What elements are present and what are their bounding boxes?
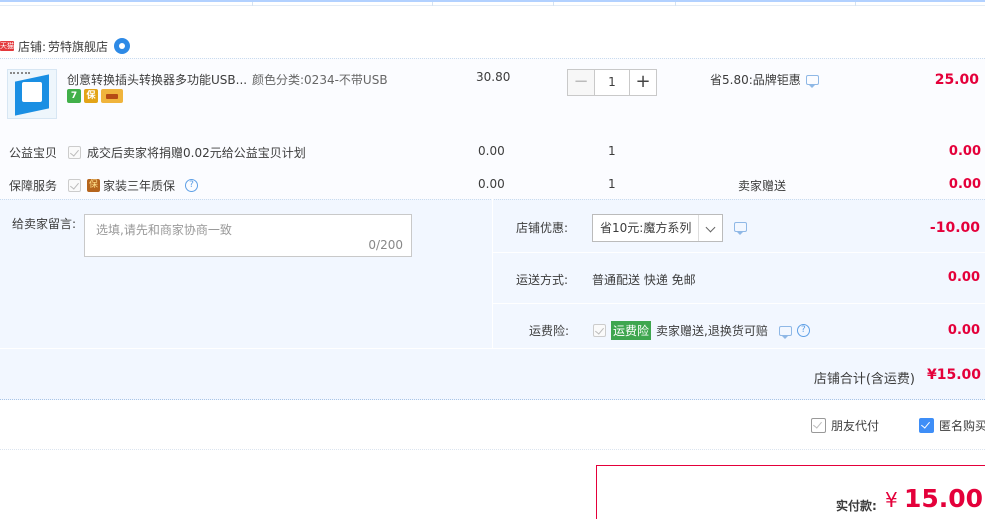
warranty-checkbox[interactable] — [68, 179, 81, 192]
tmall-icon: 天猫 — [0, 41, 14, 51]
shop-header: 天猫 店铺: 劳特旗舰店 — [0, 37, 131, 55]
insurance-info-icon[interactable] — [778, 325, 792, 339]
friend-pay-checkbox[interactable] — [811, 418, 826, 433]
currency-symbol: ¥ — [885, 488, 898, 512]
seller-message-input[interactable]: 选填,请先和商家协商一致 0/200 — [84, 214, 412, 257]
charity-qty: 1 — [608, 144, 616, 158]
quantity-input[interactable]: 1 — [594, 69, 630, 96]
warranty-label: 保障服务 — [9, 179, 58, 193]
row-divider — [492, 303, 985, 304]
promotion-info-icon[interactable] — [805, 74, 819, 88]
quantity-stepper: − 1 + — [567, 69, 657, 96]
shop-name-link[interactable]: 劳特旗舰店 — [48, 38, 108, 55]
shop-discount-amount: -10.00 — [929, 220, 980, 236]
charity-option: 成交后卖家将捐赠0.02元给公益宝贝计划 — [68, 144, 306, 161]
unit-price: 30.80 — [476, 70, 511, 84]
warranty-total: 0.00 — [948, 177, 981, 192]
warranty-option: 保 家装三年质保 ? — [68, 177, 199, 194]
shipping-method: 普通配送 快递 免邮 — [592, 273, 696, 287]
charity-price: 0.00 — [478, 144, 505, 158]
shipping-label: 运送方式: — [516, 273, 569, 287]
insurance-tag: 运费险 — [611, 321, 652, 340]
insurance-option: 运费险 卖家赠送,退换货可赔 ? — [593, 321, 810, 340]
seven-day-return-icon[interactable]: 7 — [67, 89, 81, 103]
shipping-amount: 0.00 — [947, 270, 980, 285]
shop-total-value: ¥15.00 — [926, 367, 981, 383]
friend-pay-option[interactable]: 朋友代付 — [811, 417, 879, 434]
payment-label: 实付款: — [836, 499, 877, 513]
charity-total: 0.00 — [948, 144, 981, 159]
warranty-help-icon[interactable]: ? — [185, 179, 199, 192]
payment-summary: 实付款: ¥ 15.00 — [596, 465, 985, 519]
credit-card-icon[interactable] — [101, 89, 123, 103]
charity-label: 公益宝贝 — [9, 146, 58, 160]
charity-desc: 成交后卖家将捐赠0.02元给公益宝贝计划 — [87, 146, 306, 160]
seller-message-placeholder: 选填,请先和商家协商一致 — [96, 223, 232, 237]
product-service-tags: 7 保 — [67, 89, 123, 103]
row-divider — [492, 252, 985, 253]
friend-pay-label: 朋友代付 — [831, 419, 880, 433]
seller-message-label: 给卖家留言: — [12, 217, 77, 231]
anonymous-checkbox[interactable] — [919, 418, 934, 433]
warranty-note: 卖家赠送 — [738, 179, 787, 193]
product-title-link[interactable]: 创意转换插头转换器多功能USB... — [67, 71, 249, 88]
guarantee-icon[interactable]: 保 — [84, 89, 98, 103]
product-sku: 颜色分类:0234-不带USB — [252, 73, 388, 87]
warranty-shield-icon: 保 — [87, 179, 100, 192]
warranty-price: 0.00 — [478, 177, 505, 191]
warranty-desc: 家装三年质保 — [103, 179, 176, 193]
seller-message-counter: 0/200 — [368, 238, 403, 252]
section-divider — [492, 199, 493, 348]
shop-discount-select[interactable]: 省10元:魔方系列 — [592, 214, 723, 242]
discount-info-icon[interactable] — [734, 222, 747, 235]
shop-label: 店铺: — [18, 39, 47, 54]
divider — [0, 449, 985, 450]
insurance-help-icon[interactable]: ? — [796, 324, 810, 337]
payment-amount: 15.00 — [904, 484, 984, 513]
product-thumbnail[interactable] — [7, 69, 57, 119]
item-promotion: 省5.80:品牌钜惠 — [710, 71, 819, 88]
promotion-text: 省5.80:品牌钜惠 — [710, 73, 801, 87]
anonymous-label: 匿名购买 — [939, 419, 985, 433]
charity-checkbox[interactable] — [68, 146, 81, 159]
shop-total-label: 店铺合计(含运费) — [813, 372, 915, 387]
increase-quantity-button[interactable]: + — [629, 69, 657, 96]
warranty-qty: 1 — [608, 177, 616, 191]
wangwang-chat-icon[interactable] — [114, 38, 131, 54]
table-header-border — [0, 0, 985, 6]
anonymous-option[interactable]: 匿名购买 — [919, 417, 985, 434]
insurance-amount: 0.00 — [947, 323, 980, 338]
chevron-down-icon — [698, 215, 722, 241]
insurance-label: 运费险: — [529, 324, 570, 338]
insurance-checkbox[interactable] — [593, 324, 606, 337]
insurance-desc: 卖家赠送,退换货可赔 — [656, 324, 768, 338]
shop-discount-selected: 省10元:魔方系列 — [600, 221, 692, 235]
item-subtotal: 25.00 — [934, 72, 979, 88]
shop-discount-label: 店铺优惠: — [516, 221, 569, 235]
decrease-quantity-button[interactable]: − — [567, 69, 595, 96]
